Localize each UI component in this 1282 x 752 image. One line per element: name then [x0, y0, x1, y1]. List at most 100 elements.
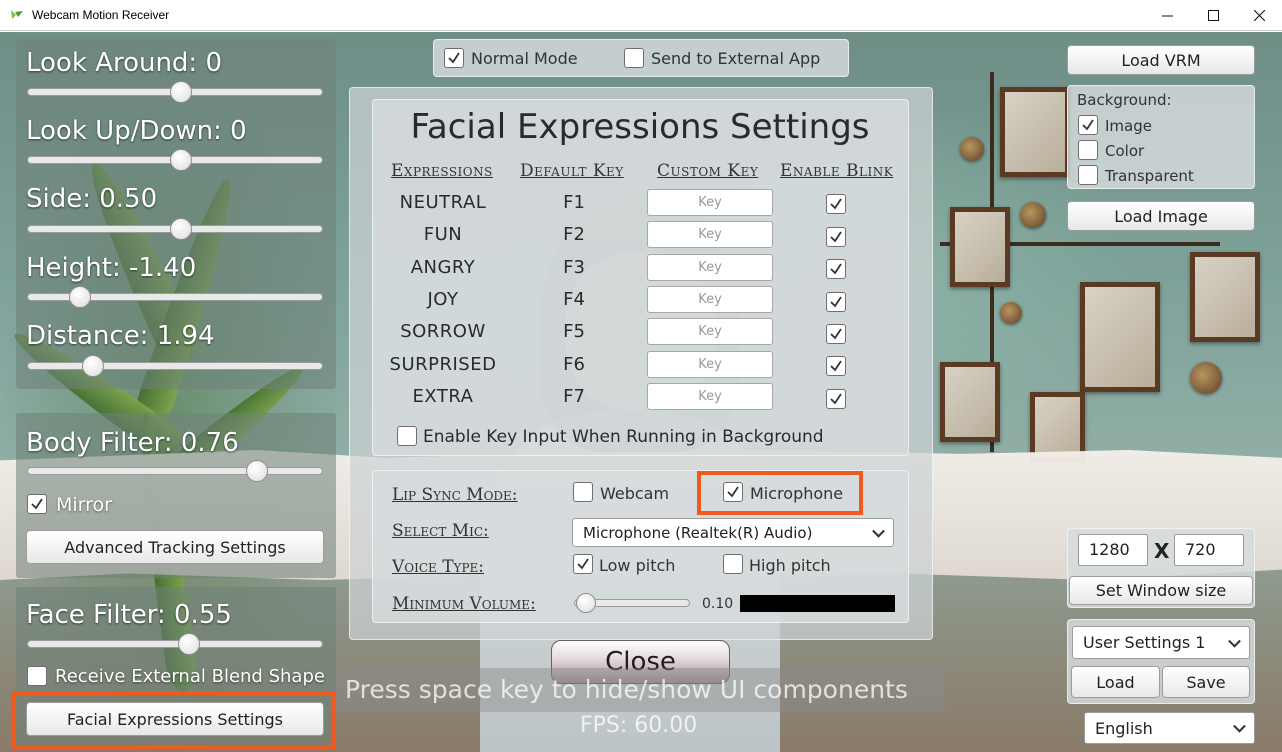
expression-custom-key-input[interactable]: Key: [647, 318, 773, 345]
lip-sync-webcam-checkbox[interactable]: [573, 482, 593, 502]
chevron-down-icon: [1228, 634, 1241, 648]
bg-image-checkbox[interactable]: [1078, 115, 1098, 135]
app-logo-icon: [11, 10, 23, 19]
set-window-size-button[interactable]: Set Window size: [1069, 576, 1253, 605]
expression-name: SORROW: [400, 321, 486, 342]
load-image-button[interactable]: Load Image: [1067, 201, 1255, 231]
wall-ornament: [1020, 202, 1046, 228]
check-icon: [830, 198, 842, 210]
distance-slider-knob[interactable]: [82, 355, 104, 377]
close-icon[interactable]: [1236, 0, 1282, 31]
body-filter-slider[interactable]: [27, 467, 323, 475]
receive-blend-shape-checkbox[interactable]: [27, 666, 47, 686]
lip-sync-webcam-label: Webcam: [600, 484, 670, 503]
window-height-input[interactable]: 720: [1174, 534, 1244, 566]
high-pitch-label: High pitch: [749, 556, 831, 575]
mirror-checkbox[interactable]: [27, 494, 47, 514]
expression-name: NEUTRAL: [399, 192, 487, 213]
voice-type-label: Voice Type:: [392, 557, 485, 577]
bg-color-label: Color: [1105, 142, 1145, 160]
expression-custom-key-input[interactable]: Key: [647, 254, 773, 281]
send-external-label: Send to External App: [651, 49, 821, 68]
load-vrm-button[interactable]: Load VRM: [1067, 45, 1255, 75]
window-width-input[interactable]: 1280: [1078, 534, 1148, 566]
check-icon: [1082, 119, 1094, 131]
bg-transparent-checkbox[interactable]: [1078, 165, 1098, 185]
expression-name: EXTRA: [412, 386, 474, 407]
column-header-expressions: Expressions: [391, 161, 493, 181]
expression-custom-key-input[interactable]: Key: [647, 221, 773, 248]
expression-default-key: F4: [563, 289, 585, 310]
expression-custom-key-input[interactable]: Key: [647, 189, 773, 216]
expression-name: FUN: [423, 224, 463, 245]
body-filter-slider-knob[interactable]: [246, 460, 268, 482]
select-mic-label: Select Mic:: [392, 521, 489, 541]
expression-custom-key-input[interactable]: Key: [647, 351, 773, 378]
expression-blink-checkbox[interactable]: [826, 389, 846, 409]
body-filter-label: Body Filter: 0.76: [26, 428, 239, 458]
background-key-input-checkbox[interactable]: [397, 426, 417, 446]
normal-mode-label: Normal Mode: [471, 49, 578, 68]
wall-ornament: [960, 137, 984, 161]
picture-frame: [1190, 252, 1260, 342]
minimum-volume-slider-knob[interactable]: [576, 593, 596, 613]
send-external-checkbox[interactable]: [624, 48, 644, 68]
look-around-slider-knob[interactable]: [170, 81, 192, 103]
expression-name: ANGRY: [410, 257, 476, 278]
mirror-label: Mirror: [56, 494, 112, 516]
minimize-icon[interactable]: [1144, 0, 1190, 31]
chevron-down-icon: [872, 524, 885, 538]
bg-image-label: Image: [1105, 117, 1152, 135]
face-filter-slider[interactable]: [27, 640, 323, 648]
microphone-select[interactable]: Microphone (Realtek(R) Audio): [572, 518, 894, 547]
lip-sync-mode-label: Lip Sync Mode:: [392, 485, 518, 505]
check-icon: [577, 558, 589, 570]
expression-blink-checkbox[interactable]: [826, 194, 846, 214]
picture-frame: [1080, 282, 1160, 392]
highlight-box: [11, 691, 336, 749]
expression-blink-checkbox[interactable]: [826, 292, 846, 312]
user-settings-value: User Settings 1: [1083, 633, 1206, 652]
side-label: Side: 0.50: [26, 184, 158, 214]
bg-transparent-label: Transparent: [1105, 167, 1194, 185]
expression-blink-checkbox[interactable]: [826, 356, 846, 376]
check-icon: [448, 52, 460, 64]
high-pitch-checkbox[interactable]: [723, 554, 743, 574]
look-up-down-slider-knob[interactable]: [170, 149, 192, 171]
volume-meter: [740, 595, 895, 612]
check-icon: [830, 393, 842, 405]
side-slider-knob[interactable]: [170, 218, 192, 240]
height-slider-knob[interactable]: [69, 286, 91, 308]
expression-default-key: F2: [563, 224, 585, 245]
normal-mode-checkbox[interactable]: [444, 48, 464, 68]
face-filter-label: Face Filter: 0.55: [26, 600, 232, 630]
save-settings-button[interactable]: Save: [1162, 666, 1250, 698]
expression-blink-checkbox[interactable]: [826, 259, 846, 279]
expression-custom-key-input[interactable]: Key: [647, 286, 773, 313]
language-value: English: [1095, 718, 1153, 738]
background-key-input-label: Enable Key Input When Running in Backgro…: [423, 427, 824, 447]
column-header-custom-key: Custom Key: [657, 161, 759, 181]
expression-default-key: F7: [563, 386, 585, 407]
background-label: Background:: [1077, 91, 1172, 109]
wall-ornament: [1000, 302, 1022, 324]
highlight-box: [697, 471, 863, 515]
dialog-title: Facial Expressions Settings: [410, 107, 870, 147]
expression-custom-key-input[interactable]: Key: [647, 383, 773, 410]
bg-color-checkbox[interactable]: [1078, 140, 1098, 160]
user-settings-select[interactable]: User Settings 1: [1072, 626, 1250, 659]
face-filter-slider-knob[interactable]: [178, 633, 200, 655]
picture-frame: [1000, 87, 1070, 177]
language-select[interactable]: English: [1084, 712, 1255, 744]
expression-blink-checkbox[interactable]: [826, 324, 846, 344]
maximize-icon[interactable]: [1190, 0, 1236, 31]
advanced-tracking-settings-button[interactable]: Advanced Tracking Settings: [26, 530, 324, 564]
low-pitch-checkbox[interactable]: [573, 554, 593, 574]
load-settings-button[interactable]: Load: [1071, 666, 1160, 698]
minimum-volume-label: Minimum Volume:: [392, 594, 536, 614]
expression-name: SURPRISED: [389, 354, 497, 375]
expression-blink-checkbox[interactable]: [826, 227, 846, 247]
check-icon: [31, 498, 43, 510]
check-icon: [830, 360, 842, 372]
distance-slider[interactable]: [27, 362, 323, 370]
